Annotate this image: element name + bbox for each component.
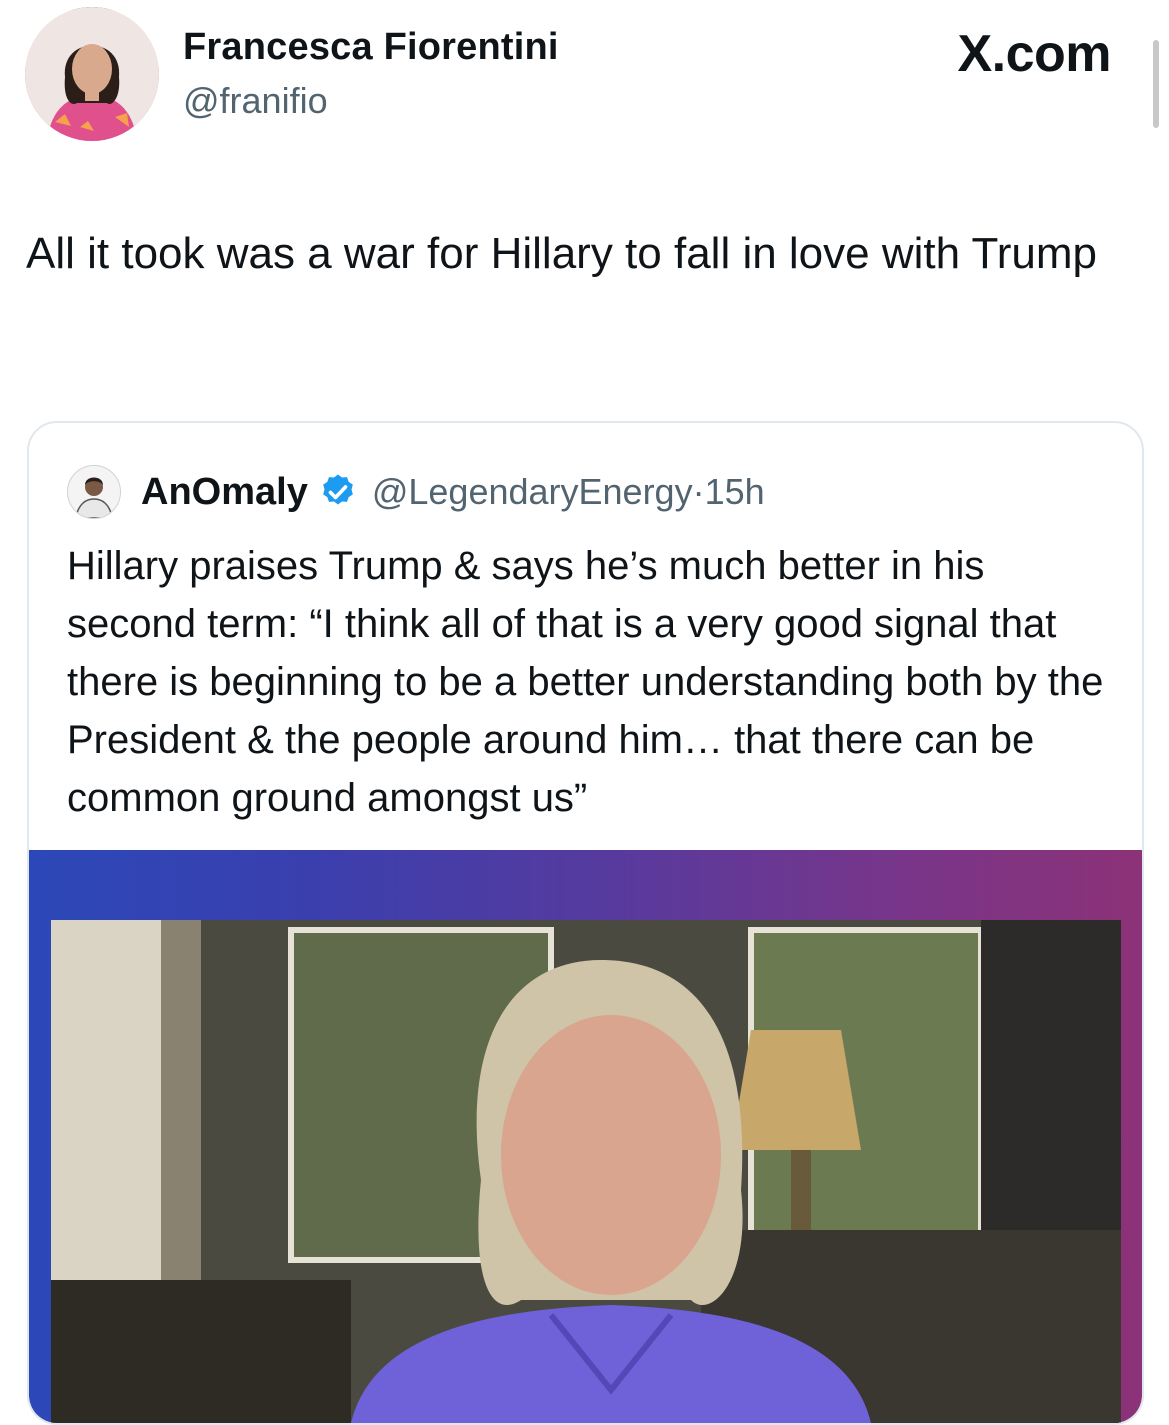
tweet-text: All it took was a war for Hillary to fal… [26,229,1098,278]
quoted-tweet-card[interactable]: AnOmaly @LegendaryEnergy·15h Hillary pra… [27,421,1144,1425]
quoted-tweet-header: AnOmaly @LegendaryEnergy·15h [67,465,765,519]
video-frame-image [51,920,1121,1423]
quoted-author-avatar[interactable] [67,465,121,519]
brand-watermark: X.com [957,25,1111,83]
quoted-author-name[interactable]: AnOmaly [141,471,308,514]
verified-badge-icon [318,472,358,512]
author-display-name[interactable]: Francesca Fiorentini [183,26,559,69]
quoted-timestamp[interactable]: 15h [705,471,765,512]
scrollbar[interactable] [1153,40,1159,128]
quoted-author-handle[interactable]: @LegendaryEnergy [372,471,693,512]
video-thumbnail[interactable] [29,850,1142,1423]
quoted-tweet-text: Hillary praises Trump & says he’s much b… [67,544,1104,820]
meta-separator: · [692,471,705,512]
author-handle[interactable]: @franifio [183,80,328,122]
author-avatar[interactable] [25,7,159,141]
